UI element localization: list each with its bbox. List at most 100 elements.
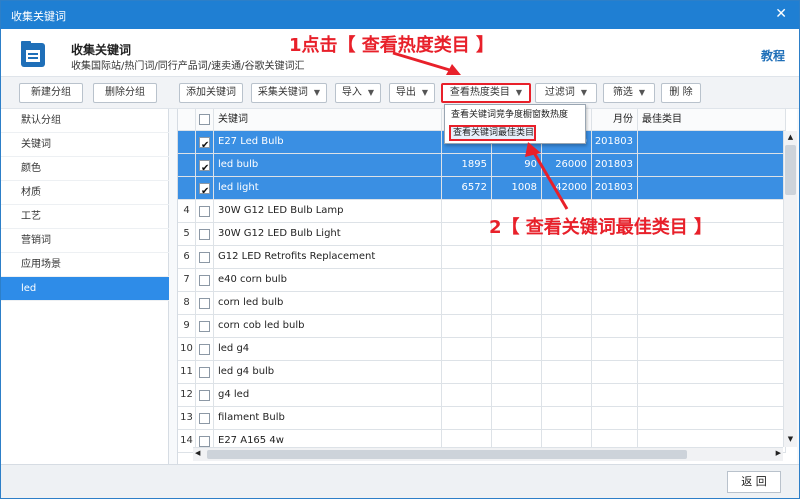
keyword-cell: g4 led — [214, 384, 442, 407]
best-category-cell — [638, 154, 786, 177]
best-category-cell — [638, 384, 786, 407]
keyword-cell: led g4 — [214, 338, 442, 361]
table-row[interactable]: led light6572100842000201803 — [178, 177, 786, 200]
tutorial-link[interactable]: 教程 — [761, 47, 785, 64]
row-checkbox[interactable] — [199, 413, 210, 424]
value-cell-1: 1895 — [442, 154, 492, 177]
row-checkbox[interactable] — [199, 275, 210, 286]
row-checkbox[interactable] — [199, 135, 210, 153]
close-icon[interactable]: ✕ — [775, 6, 787, 22]
export-button[interactable]: 导出 ▼ — [389, 83, 435, 103]
row-checkbox[interactable] — [199, 229, 210, 240]
value-cell-3 — [542, 246, 592, 269]
table-row[interactable]: 10 led g4 — [178, 338, 786, 361]
table-row[interactable]: led bulb18959026000201803 — [178, 154, 786, 177]
table-row[interactable]: 9 corn cob led bulb — [178, 315, 786, 338]
row-checkbox[interactable] — [199, 158, 210, 176]
table-row[interactable]: 6 G12 LED Retrofits Replacement — [178, 246, 786, 269]
delete-button[interactable]: 删 除 — [661, 83, 701, 103]
sidebar-item-keywords[interactable]: 关键词 — [1, 133, 169, 157]
header-keyword[interactable]: 关键词 — [214, 109, 442, 131]
filter-words-button[interactable]: 过滤词 ▼ — [535, 83, 597, 103]
sidebar-item-led[interactable]: led — [1, 277, 169, 301]
value-cell-2 — [492, 269, 542, 292]
chevron-down-icon: ▼ — [367, 88, 375, 97]
row-number-cell — [178, 131, 196, 154]
header-title: 收集关键词 — [71, 43, 132, 57]
value-cell-3 — [542, 407, 592, 430]
sidebar-item-default[interactable]: 默认分组 — [1, 109, 169, 133]
month-cell — [592, 407, 638, 430]
sidebar-item-material[interactable]: 材质 — [1, 181, 169, 205]
row-checkbox-cell — [196, 315, 214, 338]
chevron-down-icon: ▼ — [580, 88, 588, 97]
keyword-cell: 30W G12 LED Bulb Lamp — [214, 200, 442, 223]
row-checkbox-cell — [196, 177, 214, 200]
row-checkbox[interactable] — [199, 298, 210, 309]
scroll-thumb[interactable] — [785, 145, 796, 195]
table-row[interactable]: 8 corn led bulb — [178, 292, 786, 315]
row-checkbox[interactable] — [199, 436, 210, 447]
dropdown-item-best-category[interactable]: 查看关键词最佳类目 — [449, 125, 537, 141]
row-checkbox-cell — [196, 338, 214, 361]
new-group-button[interactable]: 新建分组 — [19, 83, 83, 103]
row-checkbox[interactable] — [199, 252, 210, 263]
value-cell-1 — [442, 200, 492, 223]
keyword-cell: led bulb — [214, 154, 442, 177]
value-cell-2 — [492, 338, 542, 361]
row-number-cell: 9 — [178, 315, 196, 338]
sidebar-item-scenario[interactable]: 应用场景 — [1, 253, 169, 277]
sidebar-item-marketing[interactable]: 营销词 — [1, 229, 169, 253]
month-cell — [592, 292, 638, 315]
table-row[interactable]: 13 filament Bulb — [178, 407, 786, 430]
h-scroll-thumb[interactable] — [207, 450, 687, 459]
collect-keyword-label: 采集关键词 — [257, 87, 308, 98]
best-category-cell — [638, 407, 786, 430]
value-cell-1 — [442, 315, 492, 338]
scroll-up-icon[interactable]: ▲ — [785, 133, 796, 143]
back-button[interactable]: 返 回 — [727, 471, 781, 493]
value-cell-2 — [492, 292, 542, 315]
row-checkbox[interactable] — [199, 344, 210, 355]
delete-group-button[interactable]: 删除分组 — [93, 83, 157, 103]
row-checkbox-cell — [196, 246, 214, 269]
view-hot-category-button[interactable]: 查看热度类目 ▼ — [441, 83, 531, 103]
row-number-cell: 11 — [178, 361, 196, 384]
chevron-down-icon: ▼ — [421, 88, 429, 97]
row-checkbox-cell — [196, 131, 214, 154]
row-checkbox[interactable] — [199, 390, 210, 401]
keyword-cell: E27 Led Bulb — [214, 131, 442, 154]
row-checkbox[interactable] — [199, 181, 210, 199]
chevron-down-icon: ▼ — [313, 88, 321, 97]
sidebar-item-craft[interactable]: 工艺 — [1, 205, 169, 229]
vertical-scrollbar[interactable]: ▲ ▼ — [783, 131, 797, 447]
select-all-checkbox[interactable] — [199, 114, 210, 125]
scroll-right-icon[interactable]: ▶ — [776, 449, 781, 457]
export-label: 导出 — [395, 87, 416, 98]
value-cell-3: 42000 — [542, 177, 592, 200]
header-subtitle: 收集国际站/热门词/同行产品词/速卖通/谷歌关键词汇 — [71, 61, 305, 72]
sidebar-item-color[interactable]: 颜色 — [1, 157, 169, 181]
month-cell: 201803 — [592, 131, 638, 154]
scroll-down-icon[interactable]: ▼ — [785, 435, 796, 445]
table-row[interactable]: 11 led g4 bulb — [178, 361, 786, 384]
chevron-down-icon: ▼ — [638, 88, 646, 97]
value-cell-1 — [442, 361, 492, 384]
scroll-left-icon[interactable]: ◀ — [195, 449, 200, 457]
import-button[interactable]: 导入 ▼ — [335, 83, 381, 103]
row-checkbox[interactable] — [199, 206, 210, 217]
row-checkbox[interactable] — [199, 367, 210, 378]
header-best-category[interactable]: 最佳类目 — [638, 109, 786, 131]
value-cell-1 — [442, 407, 492, 430]
add-keyword-button[interactable]: 添加关键词 — [179, 83, 243, 103]
collect-keyword-button[interactable]: 采集关键词 ▼ — [251, 83, 327, 103]
dropdown-item-competition[interactable]: 查看关键词竞争度橱窗数热度 — [449, 107, 568, 123]
header-month[interactable]: 月份 — [592, 109, 638, 131]
filter-button[interactable]: 筛选 ▼ — [603, 83, 655, 103]
table-row[interactable]: 7 e40 corn bulb — [178, 269, 786, 292]
best-category-cell — [638, 338, 786, 361]
horizontal-scrollbar[interactable]: ◀ ▶ — [193, 447, 783, 461]
row-number-cell: 12 — [178, 384, 196, 407]
row-checkbox[interactable] — [199, 321, 210, 332]
table-row[interactable]: 12 g4 led — [178, 384, 786, 407]
